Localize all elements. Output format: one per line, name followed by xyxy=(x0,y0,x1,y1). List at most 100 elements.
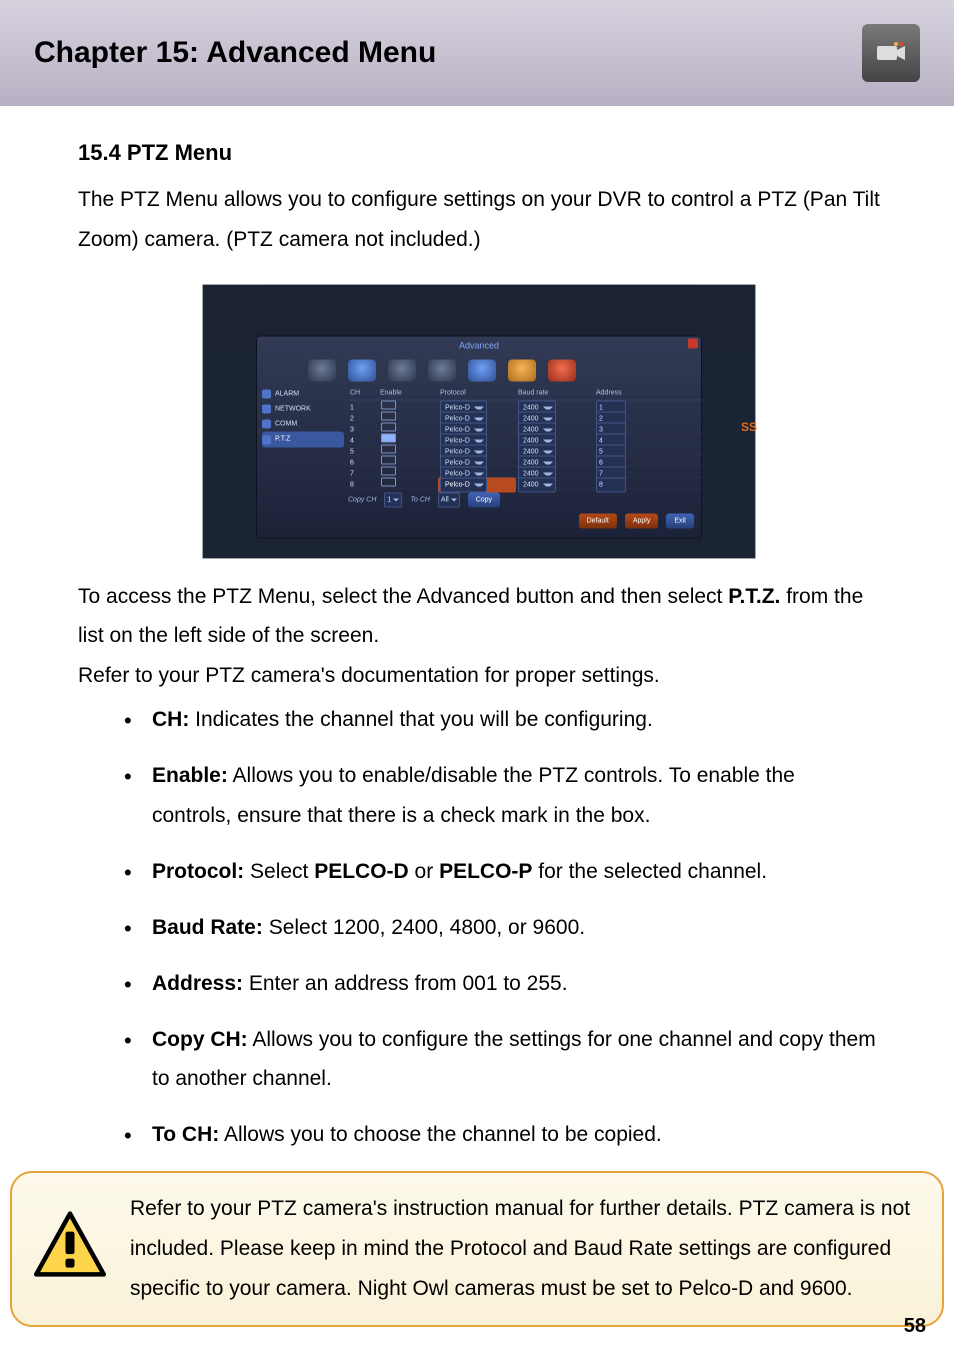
sidebar-item-label: ALARM xyxy=(275,387,299,400)
cell-enable xyxy=(378,478,438,492)
enable-checkbox[interactable] xyxy=(381,434,396,443)
sidebar-item-label: COMM xyxy=(275,418,297,431)
window-buttons: Default Apply Exit xyxy=(348,514,694,529)
enable-checkbox[interactable] xyxy=(381,401,396,410)
field-item: To CH: Allows you to choose the channel … xyxy=(124,1115,880,1155)
table-header: CH Enable Protocol Baud rate Address xyxy=(348,386,702,400)
tab-icon-6[interactable] xyxy=(508,359,536,381)
enable-checkbox[interactable] xyxy=(381,467,396,476)
table-row[interactable]: 4Pelco-D24004 xyxy=(348,433,702,444)
chevron-down-icon xyxy=(474,472,484,475)
table-row[interactable]: 6Pelco-D24006 xyxy=(348,455,702,466)
chevron-down-icon xyxy=(543,483,553,486)
field-name: Copy CH: xyxy=(152,1028,248,1051)
chevron-down-icon xyxy=(474,439,484,442)
page-content: 15.4 PTZ Menu The PTZ Menu allows you to… xyxy=(0,106,954,1155)
camera-icon xyxy=(862,24,920,82)
tab-icon-1[interactable] xyxy=(308,359,336,381)
chapter-title: Chapter 15: Advanced Menu xyxy=(34,36,436,70)
protocol-select[interactable]: Pelco-D xyxy=(440,477,487,492)
enable-checkbox[interactable] xyxy=(381,478,396,487)
field-item: Baud Rate: Select 1200, 2400, 4800, or 9… xyxy=(124,908,880,948)
chevron-down-icon xyxy=(543,461,553,464)
cell-protocol: Pelco-D xyxy=(438,477,516,492)
alarm-icon xyxy=(262,389,271,398)
table-row[interactable]: 8Pelco-D24008 xyxy=(348,477,702,488)
field-item: Address: Enter an address from 001 to 25… xyxy=(124,964,880,1004)
page-number: 58 xyxy=(904,1315,926,1338)
field-item: CH: Indicates the channel that you will … xyxy=(124,700,880,740)
table-row[interactable]: 3Pelco-D24003 xyxy=(348,422,702,433)
field-name: Address: xyxy=(152,972,243,995)
ptz-icon xyxy=(262,435,271,444)
field-name: Enable: xyxy=(152,764,228,787)
tab-icon-4[interactable] xyxy=(428,359,456,381)
access-bold: P.T.Z. xyxy=(728,585,780,608)
comm-icon xyxy=(262,420,271,429)
field-item: Copy CH: Allows you to configure the set… xyxy=(124,1020,880,1100)
chevron-down-icon xyxy=(393,498,399,501)
chevron-down-icon xyxy=(474,406,484,409)
sidebar-item-alarm[interactable]: ALARM xyxy=(262,386,344,401)
sidebar-item-label: NETWORK xyxy=(275,402,311,415)
tab-icon-5[interactable] xyxy=(468,359,496,381)
copy-ch-select[interactable]: 1 xyxy=(384,492,402,507)
table-row[interactable]: 2Pelco-D24002 xyxy=(348,411,702,422)
to-ch-label: To CH xyxy=(410,493,430,506)
copy-ch-label: Copy CH xyxy=(348,493,376,506)
col-baud: Baud rate xyxy=(516,386,594,399)
ptz-menu-screenshot: SS Advanced ALARM NETWORK COMM P.T.Z xyxy=(202,284,756,559)
field-list: CH: Indicates the channel that you will … xyxy=(124,700,880,1155)
chevron-down-icon xyxy=(543,450,553,453)
to-ch-select[interactable]: All xyxy=(438,492,460,507)
close-icon[interactable] xyxy=(688,339,698,349)
chevron-down-icon xyxy=(474,483,484,486)
chevron-down-icon xyxy=(543,406,553,409)
default-button[interactable]: Default xyxy=(579,514,617,529)
copy-button[interactable]: Copy xyxy=(468,492,500,507)
section-heading: 15.4 PTZ Menu xyxy=(78,132,880,174)
chevron-down-icon xyxy=(474,450,484,453)
refer-paragraph: Refer to your PTZ camera's documentation… xyxy=(78,656,880,696)
baud-select[interactable]: 2400 xyxy=(518,477,556,492)
note-text: Refer to your PTZ camera's instruction m… xyxy=(124,1189,920,1309)
field-inline-bold: PELCO-D xyxy=(314,860,409,883)
chevron-down-icon xyxy=(474,461,484,464)
exit-button[interactable]: Exit xyxy=(666,514,694,529)
copy-ch-value: 1 xyxy=(387,493,391,506)
window-title: Advanced xyxy=(256,336,702,355)
field-name: To CH: xyxy=(152,1123,219,1146)
access-paragraph: To access the PTZ Menu, select the Advan… xyxy=(78,577,880,657)
sidebar-item-network[interactable]: NETWORK xyxy=(262,401,344,416)
sidebar-item-ptz[interactable]: P.T.Z xyxy=(262,432,344,447)
cell-address: 8 xyxy=(594,477,658,492)
table-row[interactable]: 5Pelco-D24005 xyxy=(348,444,702,455)
warning-icon xyxy=(34,1211,106,1277)
col-enable: Enable xyxy=(378,386,438,399)
field-name: Protocol: xyxy=(152,860,244,883)
tab-icon-3[interactable] xyxy=(388,359,416,381)
field-name: CH: xyxy=(152,708,189,731)
table-row[interactable]: 7Pelco-D24007 xyxy=(348,466,702,477)
col-ch: CH xyxy=(348,386,378,399)
chevron-down-icon xyxy=(543,439,553,442)
chevron-down-icon xyxy=(451,498,457,501)
enable-checkbox[interactable] xyxy=(381,423,396,432)
sidebar-item-comm[interactable]: COMM xyxy=(262,417,344,432)
chevron-down-icon xyxy=(543,417,553,420)
chevron-down-icon xyxy=(543,472,553,475)
field-name: Baud Rate: xyxy=(152,916,263,939)
chevron-down-icon xyxy=(474,428,484,431)
access-text-1: To access the PTZ Menu, select the Advan… xyxy=(78,585,728,608)
sidebar: ALARM NETWORK COMM P.T.Z xyxy=(256,386,348,529)
tab-icon-2[interactable] xyxy=(348,359,376,381)
tab-icon-7[interactable] xyxy=(548,359,576,381)
apply-button[interactable]: Apply xyxy=(625,514,659,529)
sidebar-item-label: P.T.Z xyxy=(275,433,290,446)
window-tab-icons xyxy=(256,355,702,386)
enable-checkbox[interactable] xyxy=(381,412,396,421)
enable-checkbox[interactable] xyxy=(381,445,396,454)
enable-checkbox[interactable] xyxy=(381,456,396,465)
table-row[interactable]: 1Pelco-D24001 xyxy=(348,400,702,411)
address-input[interactable]: 8 xyxy=(596,477,626,492)
